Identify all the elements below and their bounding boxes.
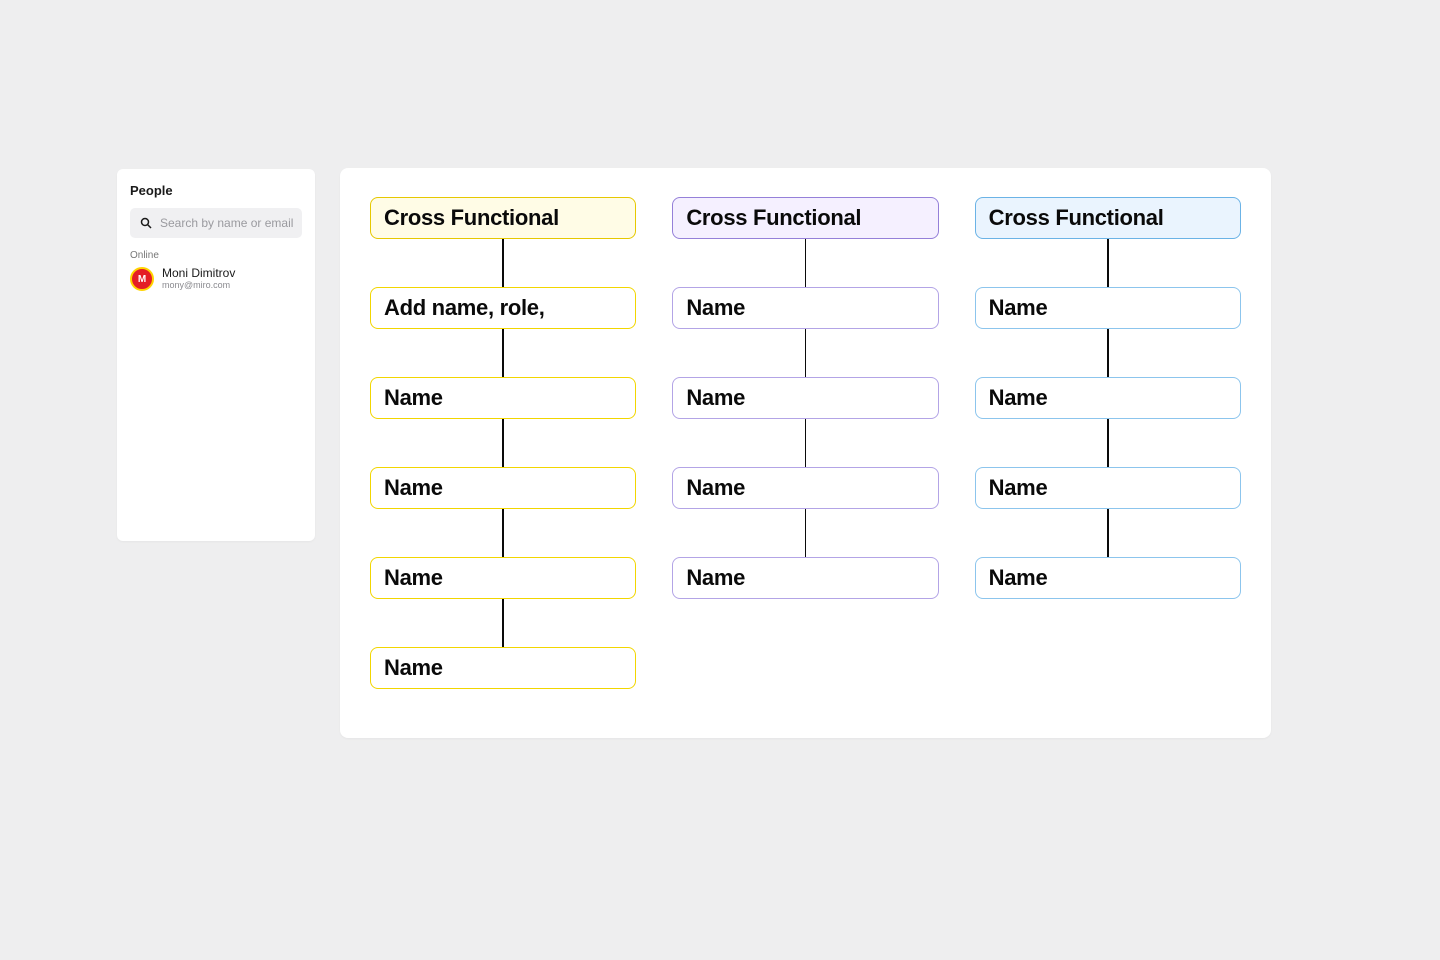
connector [805,509,807,557]
connector [805,419,807,467]
connector [502,329,504,377]
org-node[interactable]: Name [672,377,938,419]
column-header[interactable]: Cross Functional [672,197,938,239]
org-node[interactable]: Name [370,647,636,689]
connector [805,329,807,377]
connector [502,599,504,647]
search-input[interactable] [160,216,315,230]
connector [1107,239,1109,287]
person-email: mony@miro.com [162,281,235,291]
diagram-canvas[interactable]: Cross Functional Add name, role, Name Na… [340,168,1271,738]
org-node[interactable]: Name [370,557,636,599]
org-node[interactable]: Name [975,377,1241,419]
connector [1107,509,1109,557]
connector [805,239,807,287]
org-node[interactable]: Name [672,467,938,509]
people-panel: People Online M Moni Dimitrov mony@miro.… [117,169,315,541]
column-yellow: Cross Functional Add name, role, Name Na… [370,197,636,689]
org-node[interactable]: Name [672,557,938,599]
people-title: People [130,183,302,198]
org-node[interactable]: Name [672,287,938,329]
column-header[interactable]: Cross Functional [975,197,1241,239]
connector [1107,329,1109,377]
connector [1107,419,1109,467]
org-node[interactable]: Name [370,467,636,509]
person-row[interactable]: M Moni Dimitrov mony@miro.com [130,267,302,291]
org-node[interactable]: Name [975,467,1241,509]
search-icon [140,217,152,229]
column-blue: Cross Functional Name Name Name Name [975,197,1241,689]
column-purple: Cross Functional Name Name Name Name [672,197,938,689]
column-header[interactable]: Cross Functional [370,197,636,239]
connector [502,419,504,467]
connector [502,239,504,287]
org-node[interactable]: Name [975,287,1241,329]
org-node[interactable]: Name [370,377,636,419]
avatar: M [130,267,154,291]
search-field[interactable] [130,208,302,238]
online-section-label: Online [130,250,302,261]
connector [502,509,504,557]
person-name: Moni Dimitrov [162,267,235,280]
columns: Cross Functional Add name, role, Name Na… [370,197,1241,689]
org-node[interactable]: Add name, role, [370,287,636,329]
person-text: Moni Dimitrov mony@miro.com [162,267,235,291]
org-node[interactable]: Name [975,557,1241,599]
